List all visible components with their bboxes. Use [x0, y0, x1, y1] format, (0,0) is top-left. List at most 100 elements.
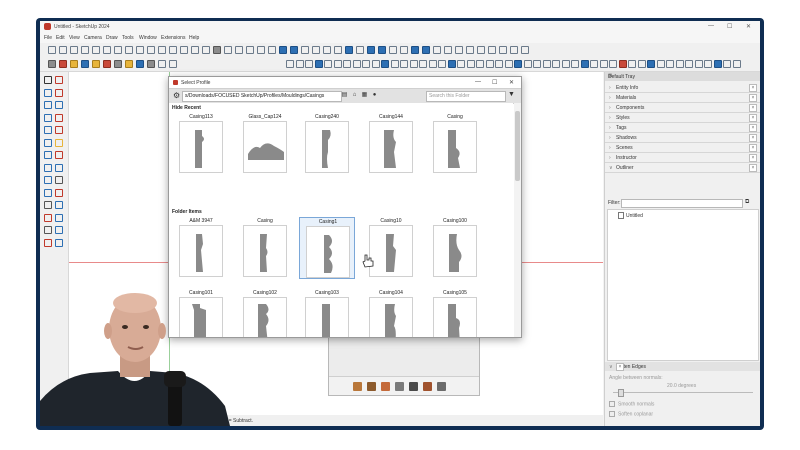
toolbar-tool-icon[interactable]: [521, 46, 529, 54]
angle-slider-handle[interactable]: [618, 389, 624, 397]
toolbar-tool-icon[interactable]: [499, 46, 507, 54]
palette-tool-icon[interactable]: [44, 126, 52, 134]
palette-tool-icon[interactable]: [44, 138, 52, 147]
toolbar-tool-icon[interactable]: [312, 46, 320, 54]
home-icon[interactable]: ⌂: [351, 92, 358, 99]
outliner-item[interactable]: Untitled: [618, 212, 643, 219]
tray-panel-tags[interactable]: › Tags ×: [605, 123, 760, 133]
palette-tool-icon[interactable]: [44, 176, 52, 184]
view-tool-icon[interactable]: [647, 60, 655, 68]
view-tool-icon[interactable]: [533, 60, 541, 68]
toolbar-tool-icon[interactable]: [444, 46, 452, 54]
palette-tool-icon[interactable]: [55, 213, 63, 222]
drawing-tool-icon[interactable]: [136, 60, 144, 68]
drawing-tool-icon[interactable]: [48, 60, 56, 68]
dialog-scrollbar[interactable]: [514, 103, 521, 337]
toolbar-tool-icon[interactable]: [455, 46, 463, 54]
edit-tool-icon[interactable]: [395, 382, 404, 391]
palette-tool-icon[interactable]: [44, 101, 52, 109]
toolbar-tool-icon[interactable]: [488, 46, 496, 54]
menu-edit[interactable]: Edit: [56, 35, 65, 41]
view-tool-icon[interactable]: [637, 60, 646, 68]
drawing-tool-icon[interactable]: [81, 60, 89, 68]
palette-tool-icon[interactable]: [55, 226, 63, 234]
filter-icon[interactable]: ▼: [508, 91, 515, 98]
view-tool-icon[interactable]: [466, 60, 475, 68]
toolbar-tool-icon[interactable]: [191, 46, 199, 54]
toolbar-tool-icon[interactable]: [213, 46, 221, 54]
toolbar-tool-icon[interactable]: [235, 46, 243, 54]
menu-camera[interactable]: Camera: [84, 35, 102, 41]
view-tool-icon[interactable]: [666, 60, 674, 68]
view-tool-icon[interactable]: [400, 60, 408, 68]
palette-tool-icon[interactable]: [55, 88, 63, 97]
view-tool-icon[interactable]: [628, 60, 636, 68]
tray-panel-scenes[interactable]: › Scenes ×: [605, 143, 760, 153]
palette-tool-icon[interactable]: [55, 201, 63, 209]
pencil-tool-icon[interactable]: [437, 382, 446, 391]
soften-coplanar-checkbox[interactable]: Soften coplanar: [609, 411, 653, 417]
toolbar-tool-icon[interactable]: [81, 46, 89, 54]
toolbar-tool-icon[interactable]: [158, 46, 166, 54]
toolbar-tool-icon[interactable]: [59, 46, 67, 54]
view-tool-icon[interactable]: [580, 60, 589, 68]
view-tool-icon[interactable]: [447, 60, 456, 68]
scrollbar-thumb[interactable]: [515, 111, 520, 181]
view-tool-icon[interactable]: [314, 60, 323, 68]
profile-tile[interactable]: Casing105: [427, 289, 483, 337]
toolbar-tool-icon[interactable]: [48, 46, 56, 54]
tray-panel-entity-info[interactable]: › Entity Info ×: [605, 83, 760, 93]
toolbar-tool-icon[interactable]: [290, 46, 298, 54]
tray-close-icon[interactable]: ⊠: [608, 73, 758, 79]
panel-close-icon[interactable]: ×: [749, 134, 757, 142]
select-tool-icon[interactable]: [409, 382, 418, 391]
menu-view[interactable]: View: [69, 35, 80, 41]
angle-slider-track[interactable]: [613, 392, 753, 393]
view-tool-icon[interactable]: [286, 60, 294, 68]
profile-tile[interactable]: Glass_Cap124: [237, 113, 293, 175]
toolbar-tool-icon[interactable]: [224, 46, 232, 54]
assembly-tool-icon[interactable]: [381, 382, 390, 391]
palette-tool-icon[interactable]: [55, 138, 63, 147]
view-tool-icon[interactable]: [371, 60, 380, 68]
profile-tile[interactable]: Casing144: [363, 113, 419, 175]
view-tool-icon[interactable]: [552, 60, 560, 68]
panel-close-icon[interactable]: ×: [749, 94, 757, 102]
tray-panel-instructor[interactable]: › Instructor ×: [605, 153, 760, 163]
profile-tile[interactable]: Casing103: [299, 289, 355, 337]
view-tool-icon[interactable]: [571, 60, 579, 68]
tray-panel-styles[interactable]: › Styles ×: [605, 113, 760, 123]
toolbar-tool-icon[interactable]: [334, 46, 342, 54]
drawing-tool-icon[interactable]: [103, 60, 111, 68]
view-tool-icon[interactable]: [609, 60, 617, 68]
drawing-tool-icon[interactable]: [59, 60, 67, 68]
toolbar-tool-icon[interactable]: [400, 46, 408, 54]
drawing-tool-icon[interactable]: [92, 60, 100, 68]
toolbar-tool-icon[interactable]: [92, 46, 100, 54]
toolbar-tool-icon[interactable]: [367, 46, 375, 54]
open-folder-icon[interactable]: ▤: [341, 92, 348, 99]
profile-tool-icon[interactable]: [353, 382, 362, 391]
section-hide-recent[interactable]: Hide Recent: [172, 105, 201, 111]
menu-window[interactable]: Window: [139, 35, 157, 41]
view-tool-icon[interactable]: [409, 60, 418, 68]
palette-tool-icon[interactable]: [55, 126, 63, 134]
palette-tool-icon[interactable]: [44, 76, 52, 84]
toolbar-tool-icon[interactable]: [477, 46, 485, 54]
profile-tile[interactable]: Casing240: [299, 113, 355, 175]
dialog-minimize-button[interactable]: —: [475, 79, 481, 85]
menu-help[interactable]: Help: [189, 35, 199, 41]
toolbar-tool-icon[interactable]: [114, 46, 122, 54]
outliner-filter-input[interactable]: [621, 199, 743, 208]
drawing-tool-icon[interactable]: [158, 60, 166, 68]
panel-close-icon[interactable]: ×: [749, 144, 757, 152]
view-tool-icon[interactable]: [485, 60, 494, 68]
tray-panel-outliner[interactable]: ∨ Outliner ×: [605, 163, 760, 173]
view-tool-icon[interactable]: [333, 60, 342, 68]
toolbar-tool-icon[interactable]: [268, 46, 276, 54]
maximize-button[interactable]: ☐: [727, 23, 732, 30]
profile-tile[interactable]: Casing102: [237, 289, 293, 337]
view-tool-icon[interactable]: [362, 60, 370, 68]
palette-tool-icon[interactable]: [55, 76, 63, 84]
folder-path-field[interactable]: s/Downloads/FOCUSED SketchUp/Profiles/Mo…: [182, 91, 342, 102]
